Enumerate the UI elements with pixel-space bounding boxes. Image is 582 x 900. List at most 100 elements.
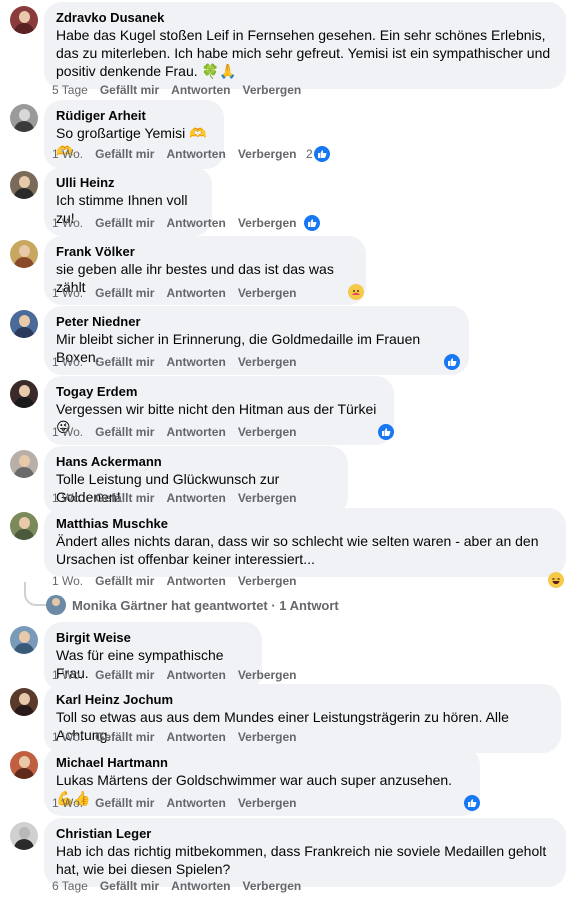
reply-button[interactable]: Antworten	[166, 355, 225, 369]
like-button[interactable]: Gefällt mir	[95, 286, 154, 300]
avatar[interactable]	[10, 380, 38, 408]
hide-button[interactable]: Verbergen	[238, 491, 297, 505]
avatar[interactable]	[10, 240, 38, 268]
like-reaction-icon[interactable]	[464, 795, 480, 811]
comment-time[interactable]: 5 Tage	[52, 83, 88, 97]
reply-button[interactable]: Antworten	[166, 216, 225, 230]
comment-time[interactable]: 1 Wo.	[52, 668, 83, 682]
like-button[interactable]: Gefällt mir	[100, 83, 159, 97]
comment-author[interactable]: Birgit Weise	[56, 630, 250, 646]
hide-button[interactable]: Verbergen	[238, 355, 297, 369]
comment-author[interactable]: Rüdiger Arheit	[56, 108, 212, 124]
like-button[interactable]: Gefällt mir	[95, 216, 154, 230]
like-button[interactable]: Gefällt mir	[95, 491, 154, 505]
reply-button[interactable]: Antworten	[166, 668, 225, 682]
comment-author[interactable]: Zdravko Dusanek	[56, 10, 554, 26]
hide-button[interactable]: Verbergen	[238, 730, 297, 744]
comment-actions: 1 Wo. Gefällt mir Antworten Verbergen	[52, 796, 297, 810]
comment-author[interactable]: Hans Ackermann	[56, 454, 336, 470]
hide-button[interactable]: Verbergen	[238, 216, 297, 230]
view-replies-link[interactable]: Monika Gärtner hat geantwortet · 1 Antwo…	[46, 595, 339, 615]
comment-author[interactable]: Christian Leger	[56, 826, 554, 842]
hide-button[interactable]: Verbergen	[238, 796, 297, 810]
comment-text: Hab ich das richtig mitbekommen, dass Fr…	[56, 843, 547, 877]
hide-button[interactable]: Verbergen	[238, 574, 297, 588]
comment-actions: 1 Wo. Gefällt mir Antworten Verbergen	[52, 286, 297, 300]
comment-author[interactable]: Peter Niedner	[56, 314, 457, 330]
comment-time[interactable]: 1 Wo.	[52, 286, 83, 300]
like-button[interactable]: Gefällt mir	[95, 355, 154, 369]
comment-author[interactable]: Karl Heinz Jochum	[56, 692, 549, 708]
hide-button[interactable]: Verbergen	[238, 668, 297, 682]
like-button[interactable]: Gefällt mir	[95, 730, 154, 744]
reply-button[interactable]: Antworten	[166, 286, 225, 300]
hide-button[interactable]: Verbergen	[243, 879, 302, 893]
reply-button[interactable]: Antworten	[166, 574, 225, 588]
reply-button[interactable]: Antworten	[166, 147, 225, 161]
avatar[interactable]	[10, 6, 38, 34]
like-button[interactable]: Gefällt mir	[95, 425, 154, 439]
comment: Michael Hartmann Lukas Märtens der Golds…	[8, 747, 574, 816]
comment: Rüdiger Arheit So großartige Yemisi 🫶🫶 1…	[8, 100, 574, 169]
comment-time[interactable]: 1 Wo.	[52, 216, 83, 230]
reply-button[interactable]: Antworten	[166, 796, 225, 810]
comment-author[interactable]: Ulli Heinz	[56, 175, 200, 191]
reply-button[interactable]: Antworten	[166, 730, 225, 744]
like-reaction-icon[interactable]	[378, 424, 394, 440]
hide-button[interactable]: Verbergen	[243, 83, 302, 97]
comment-actions: 1 Wo. Gefällt mir Antworten Verbergen	[52, 355, 297, 369]
comment-bubble: Christian Leger Hab ich das richtig mitb…	[44, 818, 566, 887]
comment-time[interactable]: 1 Wo.	[52, 355, 83, 369]
like-button[interactable]: Gefällt mir	[95, 796, 154, 810]
comment: Hans Ackermann Tolle Leistung und Glückw…	[8, 446, 574, 515]
avatar[interactable]	[10, 688, 38, 716]
comment: Karl Heinz Jochum Toll so etwas aus aus …	[8, 684, 574, 753]
avatar[interactable]	[10, 751, 38, 779]
like-button[interactable]: Gefällt mir	[95, 147, 154, 161]
comment-time[interactable]: 1 Wo.	[52, 796, 83, 810]
comment-time[interactable]: 1 Wo.	[52, 574, 83, 588]
hide-button[interactable]: Verbergen	[238, 286, 297, 300]
comment-actions: 6 Tage Gefällt mir Antworten Verbergen	[52, 879, 301, 893]
comment-actions: 1 Wo. Gefällt mir Antworten Verbergen	[52, 147, 297, 161]
avatar[interactable]	[10, 104, 38, 132]
comment-author[interactable]: Frank Völker	[56, 244, 354, 260]
comment: Christian Leger Hab ich das richtig mitb…	[8, 818, 574, 900]
comment-actions: 1 Wo. Gefällt mir Antworten Verbergen	[52, 730, 297, 744]
reply-connector	[24, 582, 48, 606]
like-button[interactable]: Gefällt mir	[95, 668, 154, 682]
avatar[interactable]	[10, 512, 38, 540]
like-button[interactable]: Gefällt mir	[95, 574, 154, 588]
like-reaction-icon[interactable]	[314, 146, 330, 162]
like-reaction-icon[interactable]	[444, 354, 460, 370]
hide-button[interactable]: Verbergen	[238, 425, 297, 439]
reply-summary: Monika Gärtner hat geantwortet · 1 Antwo…	[72, 597, 339, 613]
avatar[interactable]	[10, 310, 38, 338]
comment-time[interactable]: 1 Wo.	[52, 147, 83, 161]
avatar[interactable]	[10, 171, 38, 199]
comment-actions: 1 Wo. Gefällt mir Antworten Verbergen	[52, 216, 297, 230]
haha-reaction-icon[interactable]	[548, 572, 564, 588]
avatar[interactable]	[10, 450, 38, 478]
reply-button[interactable]: Antworten	[171, 83, 230, 97]
comment-bubble: Matthias Muschke Ändert alles nichts dar…	[44, 508, 566, 577]
comment-time[interactable]: 1 Wo.	[52, 425, 83, 439]
comment-text: Ändert alles nichts daran, dass wir so s…	[56, 533, 539, 567]
comment-author[interactable]: Togay Erdem	[56, 384, 382, 400]
care-reaction-icon[interactable]	[348, 284, 364, 300]
comment-time[interactable]: 1 Wo.	[52, 491, 83, 505]
avatar[interactable]	[10, 822, 38, 850]
like-reaction-icon[interactable]	[304, 215, 320, 231]
reply-button[interactable]: Antworten	[171, 879, 230, 893]
reaction-count[interactable]: 2	[306, 147, 313, 161]
avatar[interactable]	[10, 626, 38, 654]
comment-author[interactable]: Michael Hartmann	[56, 755, 468, 771]
reply-button[interactable]: Antworten	[166, 425, 225, 439]
like-button[interactable]: Gefällt mir	[100, 879, 159, 893]
comment-bubble: Zdravko Dusanek Habe das Kugel stoßen Le…	[44, 2, 566, 89]
comment-time[interactable]: 6 Tage	[52, 879, 88, 893]
hide-button[interactable]: Verbergen	[238, 147, 297, 161]
comment-time[interactable]: 1 Wo.	[52, 730, 83, 744]
comment-author[interactable]: Matthias Muschke	[56, 516, 554, 532]
reply-button[interactable]: Antworten	[166, 491, 225, 505]
